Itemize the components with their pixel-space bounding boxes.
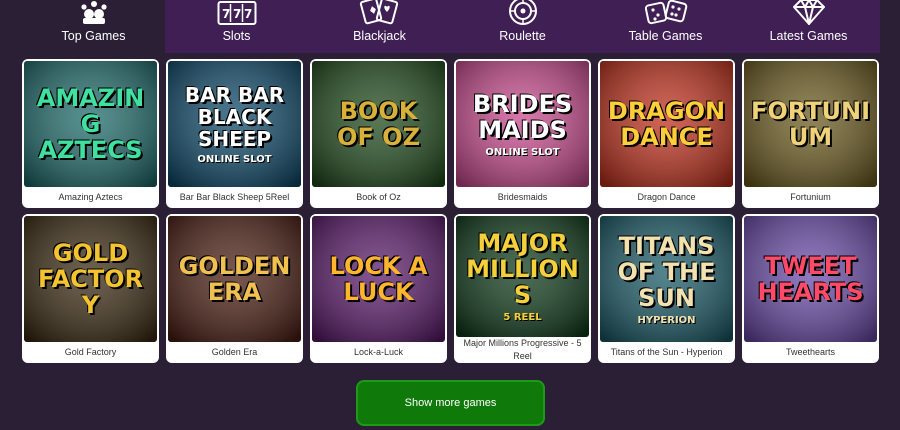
game-thumbnail[interactable]: DRAGON DANCE: [600, 61, 733, 187]
game-card[interactable]: TWEET HEARTS Tweethearts: [742, 214, 879, 363]
game-thumbnail[interactable]: TWEET HEARTS: [744, 216, 877, 342]
game-card[interactable]: GOLD FACTORY Gold Factory: [22, 214, 159, 363]
game-title[interactable]: Major Millions Progressive - 5 Reel: [454, 337, 591, 363]
game-card[interactable]: AMAZING AZTECS Amazing Aztecs: [22, 59, 159, 208]
game-thumbnail[interactable]: BRIDES MAIDS ONLINE SLOT: [456, 61, 589, 187]
game-art-text: TWEET HEARTS: [757, 252, 864, 306]
game-title[interactable]: Bar Bar Black Sheep 5Reel: [166, 187, 303, 208]
crown-icon: [77, 0, 111, 26]
game-title[interactable]: Amazing Aztecs: [22, 187, 159, 208]
games-grid: AMAZING AZTECS Amazing Aztecs BAR BAR BLAC…: [22, 59, 880, 363]
game-card[interactable]: FORTUNIUM Fortunium: [742, 59, 879, 208]
game-thumbnail[interactable]: FORTUNIUM: [744, 61, 877, 187]
game-art-title: GOLDEN ERA: [175, 253, 295, 305]
game-card[interactable]: MAJOR MILLIONS 5 REEL Major Millions Progr…: [454, 214, 591, 363]
game-card[interactable]: BAR BAR BLACK SHEEP ONLINE SLOT Bar Bar Bl…: [166, 59, 303, 208]
game-art-subtitle: HYPERION: [637, 314, 696, 326]
game-art-title: MAJOR MILLIONS 5 REEL: [463, 230, 583, 323]
tab-label: Slots: [222, 29, 251, 43]
game-thumbnail[interactable]: AMAZING AZTECS: [24, 61, 157, 187]
game-title[interactable]: Gold Factory: [22, 342, 159, 363]
tab-roulette[interactable]: Roulette: [451, 0, 594, 53]
tab-top-games[interactable]: Top Games: [22, 0, 165, 53]
tab-slots[interactable]: 7 7 7 Slots: [165, 0, 308, 53]
game-art-text: DRAGON DANCE: [607, 97, 726, 151]
game-art-subtitle: 5 REEL: [503, 312, 542, 323]
game-art-title: TWEET HEARTS: [751, 253, 871, 305]
game-art-text: FORTUNIUM: [750, 97, 871, 151]
roulette-wheel-icon: [508, 0, 538, 26]
game-art-text: TITANS OF THE SUN: [617, 231, 716, 312]
game-card[interactable]: DRAGON DANCE Dragon Dance: [598, 59, 735, 208]
tab-label: Table Games: [628, 29, 703, 43]
tab-label: Blackjack: [353, 29, 406, 43]
game-card[interactable]: BOOK OF OZ Book of Oz: [310, 59, 447, 208]
game-art-title: GOLD FACTORY: [31, 240, 151, 318]
tab-label: Latest Games: [769, 29, 848, 43]
game-title[interactable]: Golden Era: [166, 342, 303, 363]
game-title[interactable]: Dragon Dance: [598, 187, 735, 208]
game-thumbnail[interactable]: BOOK OF OZ: [312, 61, 445, 187]
dice-icon: [644, 0, 688, 26]
game-title[interactable]: Tweethearts: [742, 342, 879, 363]
tab-label: Roulette: [499, 29, 546, 43]
game-art-subtitle: ONLINE SLOT: [485, 146, 560, 158]
game-art-text: GOLD FACTORY: [37, 239, 144, 319]
game-thumbnail[interactable]: LOCK A LUCK: [312, 216, 445, 342]
game-art-title: BAR BAR BLACK SHEEP ONLINE SLOT: [175, 84, 295, 165]
tab-blackjack[interactable]: Blackjack: [308, 0, 451, 53]
game-title[interactable]: Bridesmaids: [454, 187, 591, 208]
game-thumbnail[interactable]: TITANS OF THE SUN HYPERION: [600, 216, 733, 342]
game-title[interactable]: Titans of the Sun - Hyperion: [598, 342, 735, 363]
game-thumbnail[interactable]: GOLD FACTORY: [24, 216, 157, 342]
show-more-games-button[interactable]: Show more games: [356, 380, 545, 426]
svg-text:7: 7: [244, 7, 252, 21]
game-art-text: BRIDES MAIDS: [472, 89, 573, 144]
svg-text:7: 7: [222, 7, 230, 21]
game-art-text: BOOK OF OZ: [337, 97, 420, 151]
game-art-title: TITANS OF THE SUN HYPERION: [607, 233, 727, 326]
game-art-title: DRAGON DANCE: [607, 98, 727, 150]
playing-cards-icon: [357, 0, 403, 26]
game-art-text: GOLDEN ERA: [178, 252, 291, 306]
game-thumbnail[interactable]: MAJOR MILLIONS 5 REEL: [456, 216, 589, 337]
game-card[interactable]: TITANS OF THE SUN HYPERION Titans of the S…: [598, 214, 735, 363]
tab-table-games[interactable]: Table Games: [594, 0, 737, 53]
slot-machine-icon: 777: [217, 0, 257, 26]
game-art-title: FORTUNIUM: [751, 98, 871, 150]
tab-label: Top Games: [61, 29, 126, 43]
category-nav: Top Games 7 7 7 Slots Blackjack Roulette Table …: [22, 0, 880, 53]
game-art-title: BRIDES MAIDS ONLINE SLOT: [463, 91, 583, 158]
tab-latest-games[interactable]: Latest Games: [737, 0, 880, 53]
game-art-title: LOCK A LUCK: [319, 253, 439, 305]
game-art-title: AMAZING AZTECS: [31, 85, 151, 163]
game-thumbnail[interactable]: BAR BAR BLACK SHEEP ONLINE SLOT: [168, 61, 301, 187]
game-title[interactable]: Lock-a-Luck: [310, 342, 447, 363]
game-card[interactable]: BRIDES MAIDS ONLINE SLOT Bridesmaids: [454, 59, 591, 208]
game-title[interactable]: Book of Oz: [310, 187, 447, 208]
game-art-text: AMAZING AZTECS: [36, 84, 145, 164]
game-art-text: BAR BAR BLACK SHEEP: [184, 82, 285, 151]
game-art-subtitle: ONLINE SLOT: [197, 153, 272, 165]
game-art-title: BOOK OF OZ: [319, 98, 439, 150]
diamond-icon: [792, 0, 826, 26]
game-art-text: LOCK A LUCK: [329, 252, 428, 306]
game-thumbnail[interactable]: GOLDEN ERA: [168, 216, 301, 342]
svg-text:7: 7: [233, 7, 241, 21]
game-art-text: MAJOR MILLIONS: [466, 229, 579, 309]
game-title[interactable]: Fortunium: [742, 187, 879, 208]
game-card[interactable]: LOCK A LUCK Lock-a-Luck: [310, 214, 447, 363]
game-card[interactable]: GOLDEN ERA Golden Era: [166, 214, 303, 363]
